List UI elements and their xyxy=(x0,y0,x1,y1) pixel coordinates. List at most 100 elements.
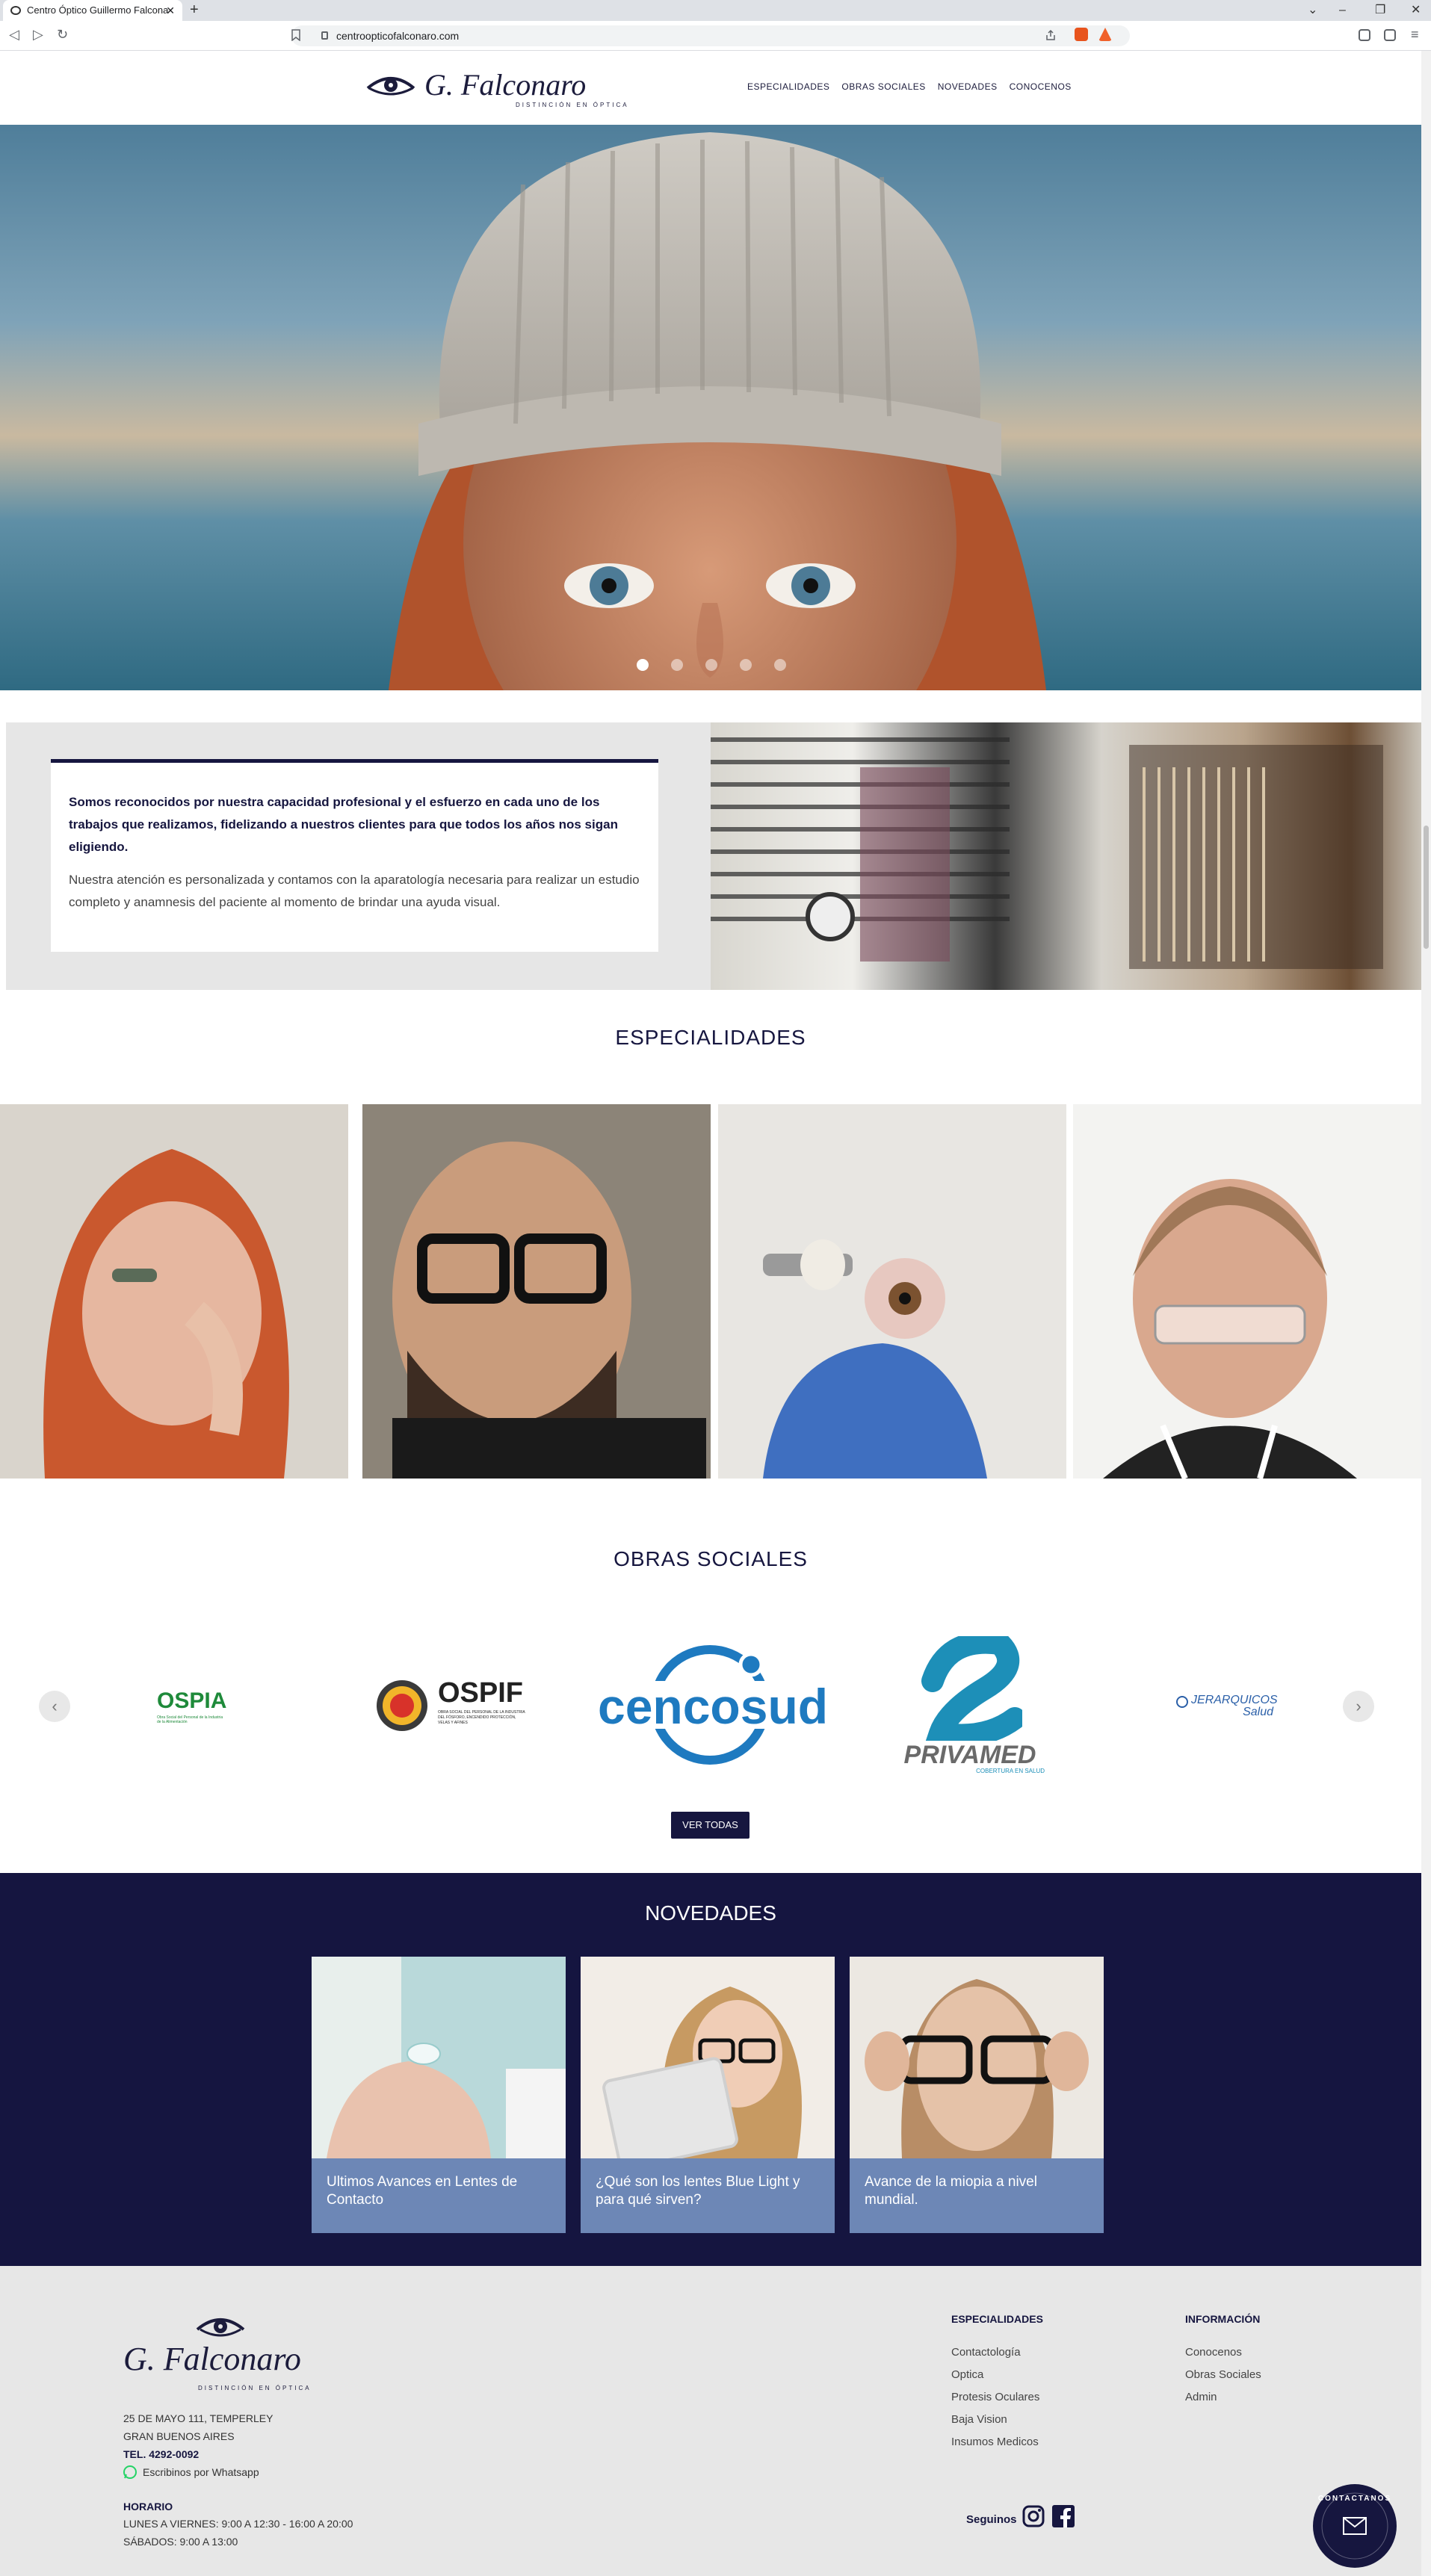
logo-cencosud[interactable]: cencosud xyxy=(598,1642,829,1769)
forward-icon[interactable]: ▷ xyxy=(33,27,43,43)
ospif-emblem-icon xyxy=(377,1680,427,1731)
window-close-button[interactable]: ✕ xyxy=(1411,0,1421,21)
footer-seguinos-label: Seguinos xyxy=(966,2513,1017,2526)
logo-cencosud-text: cencosud xyxy=(598,1679,829,1734)
footer-horario-1: LUNES A VIERNES: 9:00 A 12:30 - 16:00 A … xyxy=(123,2518,353,2530)
logo-jerarquicos-text: JERARQUICOS Salud xyxy=(1191,1694,1278,1718)
footer-link-insumos-medicos[interactable]: Insumos Medicos xyxy=(951,2431,1039,2453)
contactanos-floating-button[interactable]: CONTACTANOS xyxy=(1313,2484,1397,2568)
browser-tab[interactable]: Centro Óptico Guillermo Falcona ✕ xyxy=(3,0,182,21)
footer-horario-title: HORARIO xyxy=(123,2501,173,2512)
footer-horario-2: SÁBADOS: 9:00 A 13:00 xyxy=(123,2536,238,2548)
footer-logo[interactable]: G. Falconaro DISTINCIÓN EN ÓPTICA xyxy=(123,2310,318,2396)
slider-dot-1[interactable] xyxy=(637,659,649,671)
footer-logo-tagline: DISTINCIÓN EN ÓPTICA xyxy=(198,2385,312,2391)
intro-photo-optical-equipment xyxy=(711,722,1421,990)
jerarquicos-emblem-icon xyxy=(1176,1696,1188,1708)
footer-info-title: INFORMACIÓN xyxy=(1185,2313,1261,2325)
nav-obras-sociales[interactable]: OBRAS SOCIALES xyxy=(841,81,925,92)
site-logo[interactable]: G. Falconaro DISTINCIÓN EN ÓPTICA xyxy=(365,66,627,111)
back-icon[interactable]: ◁ xyxy=(9,27,19,43)
nav-conocenos[interactable]: CONOCENOS xyxy=(1010,81,1072,92)
especialidades-title: ESPECIALIDADES xyxy=(615,1026,806,1049)
logo-ospif-sub: OBRA SOCIAL DEL PERSONAL DE LA INDUSTRIA… xyxy=(438,1710,525,1725)
footer-link-conocenos[interactable]: Conocenos xyxy=(1185,2341,1242,2364)
whatsapp-icon xyxy=(123,2465,137,2479)
eye-logo-icon xyxy=(366,77,415,96)
site-header: G. Falconaro DISTINCIÓN EN ÓPTICA ESPECI… xyxy=(0,51,1421,125)
share-icon[interactable] xyxy=(1045,29,1057,41)
logo-ospia[interactable]: OSPIA Obra Social del Personal de la Ind… xyxy=(157,1687,227,1724)
footer-link-baja-vision[interactable]: Baja Vision xyxy=(951,2409,1007,2431)
facebook-icon[interactable] xyxy=(1052,2505,1075,2527)
logo-jerarquicos[interactable]: JERARQUICOS Salud xyxy=(1176,1694,1278,1724)
wallet-icon[interactable] xyxy=(1384,29,1396,41)
nav-novedades[interactable]: NOVEDADES xyxy=(938,81,998,92)
logo-privamed[interactable]: PRIVAMED COBERTURA EN SALUD xyxy=(895,1636,1045,1778)
footer-link-obras-sociales[interactable]: Obras Sociales xyxy=(1185,2364,1261,2386)
minimize-button[interactable]: – xyxy=(1339,0,1346,21)
novedad-caption-2: ¿Qué son los lentes Blue Light y para qu… xyxy=(581,2158,835,2233)
logo-ospif[interactable]: OSPIF OBRA SOCIAL DEL PERSONAL DE LA IND… xyxy=(374,1677,531,1734)
obras-sociales-title: OBRAS SOCIALES xyxy=(613,1547,808,1570)
contactanos-label: CONTACTANOS xyxy=(1317,2495,1392,2503)
address-bar[interactable]: centroopticofalconaro.com xyxy=(291,25,1130,46)
footer-link-contactologia[interactable]: Contactología xyxy=(951,2341,1021,2364)
ver-todas-button[interactable]: VER TODAS xyxy=(671,1812,750,1839)
new-tab-button[interactable]: + xyxy=(190,1,199,19)
logo-ospia-text: OSPIA xyxy=(157,1688,227,1713)
especialidad-card-baja-vision[interactable] xyxy=(1073,1104,1421,1479)
novedad-image-miopia xyxy=(850,1957,1104,2158)
bookmark-icon[interactable] xyxy=(291,29,300,41)
tab-search-icon[interactable]: ⌄ xyxy=(1308,0,1317,21)
novedad-image-blue-light xyxy=(581,1957,835,2158)
footer-link-protesis-oculares[interactable]: Protesis Oculares xyxy=(951,2386,1039,2409)
footer-address-2: GRAN BUENOS AIRES xyxy=(123,2430,235,2442)
maximize-button[interactable]: ❐ xyxy=(1375,0,1385,21)
brave-shield-icon[interactable] xyxy=(1075,28,1088,41)
logo-ospif-text: OSPIF xyxy=(438,1677,524,1709)
novedades-title: NOVEDADES xyxy=(645,1901,776,1925)
nav-especialidades[interactable]: ESPECIALIDADES xyxy=(747,81,829,92)
slider-dot-2[interactable] xyxy=(671,659,683,671)
footer-logo-text: G. Falconaro xyxy=(123,2341,301,2377)
especialidad-card-optica[interactable] xyxy=(362,1104,711,1479)
footer-eye-logo-icon xyxy=(196,2318,245,2337)
intro-lead: Somos reconocidos por nuestra capacidad … xyxy=(69,795,618,854)
tab-close-icon[interactable]: ✕ xyxy=(166,0,175,21)
footer-address-1: 25 DE MAYO 111, TEMPERLEY xyxy=(123,2412,273,2424)
browser-tab-bar: Centro Óptico Guillermo Falcona ✕ + ⌄ – … xyxy=(0,0,1431,21)
scrollbar-thumb[interactable] xyxy=(1424,826,1429,949)
sidebar-icon[interactable] xyxy=(1359,29,1370,41)
tab-title: Centro Óptico Guillermo Falcona xyxy=(27,4,169,16)
novedad-card-1[interactable]: Ultimos Avances en Lentes de Contacto xyxy=(312,1957,566,2233)
especialidad-card-protesis-oculares[interactable] xyxy=(718,1104,1066,1479)
main-nav: ESPECIALIDADES OBRAS SOCIALES NOVEDADES … xyxy=(747,81,1072,92)
intro-body: Nuestra atención es personalizada y cont… xyxy=(69,873,640,909)
carousel-prev-button[interactable]: ‹ xyxy=(39,1691,70,1722)
site-favicon-icon xyxy=(10,6,21,15)
footer-phone[interactable]: TEL. 4292-0092 xyxy=(123,2445,199,2463)
novedad-caption-3: Avance de la miopia a nivel mundial. xyxy=(850,2158,1104,2233)
footer-link-admin[interactable]: Admin xyxy=(1185,2386,1217,2409)
especialidad-card-contactologia[interactable] xyxy=(0,1104,348,1479)
lock-icon xyxy=(321,31,328,40)
slider-dot-5[interactable] xyxy=(774,659,786,671)
hero-pagination xyxy=(637,659,786,671)
logo-privamed-text: PRIVAMED xyxy=(903,1741,1036,1769)
logo-privamed-sub: COBERTURA EN SALUD xyxy=(976,1768,1045,1774)
novedad-card-3[interactable]: Avance de la miopia a nivel mundial. xyxy=(850,1957,1104,2233)
reload-icon[interactable]: ↻ xyxy=(57,27,68,43)
intro-card: Somos reconocidos por nuestra capacidad … xyxy=(51,759,658,952)
carousel-next-button[interactable]: › xyxy=(1343,1691,1374,1722)
privamed-swirl-icon xyxy=(921,1636,1022,1741)
page-scrollbar[interactable] xyxy=(1421,51,1431,2576)
mail-icon xyxy=(1343,2517,1367,2535)
instagram-icon[interactable] xyxy=(1022,2505,1045,2527)
slider-dot-3[interactable] xyxy=(705,659,717,671)
novedad-card-2[interactable]: ¿Qué son los lentes Blue Light y para qu… xyxy=(581,1957,835,2233)
slider-dot-4[interactable] xyxy=(740,659,752,671)
logo-text: G. Falconaro xyxy=(424,68,587,102)
menu-icon[interactable]: ≡ xyxy=(1411,27,1419,43)
footer-link-optica[interactable]: Optica xyxy=(951,2364,983,2386)
